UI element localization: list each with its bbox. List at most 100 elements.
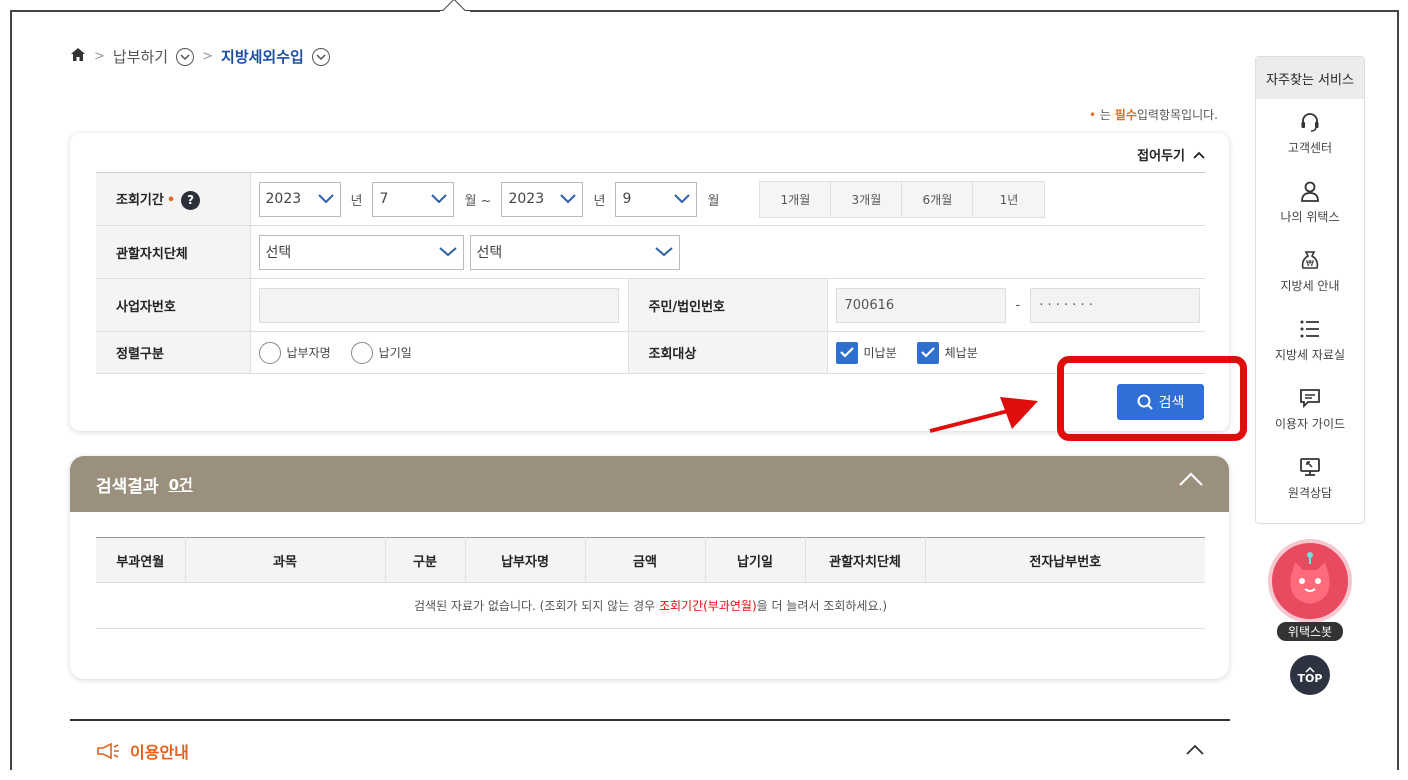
chevron-down-icon: [560, 194, 577, 204]
period-quick-buttons: 1개월 3개월 6개월 1년: [759, 180, 1046, 218]
chevron-right-icon: >: [202, 49, 214, 64]
column-header: 과목: [185, 537, 386, 583]
period-1year-button[interactable]: 1년: [973, 181, 1045, 217]
quick-item-remote-support[interactable]: 원격상담: [1256, 444, 1364, 513]
cat-mascot-icon: [1290, 552, 1330, 604]
money-bag-icon: ₩: [1301, 251, 1319, 269]
sort-duedate-label: 납기일: [378, 346, 412, 360]
period-3month-button[interactable]: 3개월: [831, 181, 903, 217]
chevron-down-icon: [438, 247, 457, 257]
home-icon[interactable]: [70, 47, 86, 66]
column-header: 납기일: [705, 537, 806, 583]
year-unit: 년: [593, 193, 606, 209]
required-note-suffix: 입력항목입니다.: [1136, 108, 1218, 122]
required-note-em: 필수: [1114, 108, 1137, 122]
quick-menu-title: 자주찾는 서비스: [1256, 57, 1364, 99]
divider: [70, 719, 1230, 721]
required-note-prefix: 는: [1099, 108, 1111, 122]
quick-item-local-tax-guide[interactable]: ₩ 지방세 안내: [1256, 237, 1364, 306]
red-arrow-icon: [929, 397, 1038, 433]
megaphone-icon: [97, 742, 119, 760]
monitor-icon: [1300, 458, 1320, 476]
resident-no-back-input[interactable]: · · · · · · ·: [1030, 287, 1201, 323]
column-header: 구분: [385, 537, 466, 583]
table-header-row: 부과연월 과목 구분 납부자명 금액 납기일 관할자치단체 전자납부번호: [96, 537, 1205, 583]
results-title: 검색결과: [96, 476, 159, 497]
quick-item-customer-center[interactable]: 고객센터: [1256, 99, 1364, 168]
sort-label: 정렬구분: [96, 331, 251, 374]
empty-message: 검색된 자료가 없습니다. (조회가 되지 않는 경우 조회기간(부과연월)을 …: [96, 582, 1205, 629]
column-header: 부과연월: [96, 537, 186, 583]
search-form: 조회기간 •? 2023 년 7 월 ~ 2023 년 9 월 1개월 3개월 …: [96, 172, 1205, 374]
results-count: 0건: [168, 475, 193, 494]
authority-select-1[interactable]: 선택: [258, 234, 464, 270]
overdue-label: 체납분: [944, 346, 978, 360]
quick-item-my-wetax[interactable]: 나의 위택스: [1256, 168, 1364, 237]
usage-guide-toggle[interactable]: 이용안내: [96, 739, 189, 763]
period-1month-button[interactable]: 1개월: [760, 181, 832, 217]
from-month-select[interactable]: 7: [372, 181, 455, 217]
required-note: • 는 필수입력항목입니다.: [1089, 108, 1218, 122]
chevron-up-icon[interactable]: [1186, 744, 1204, 755]
column-header: 금액: [585, 537, 706, 583]
highlight-box: [1057, 356, 1247, 441]
fold-label: 접어두기: [1137, 149, 1185, 164]
chevron-up-icon: [1193, 151, 1205, 159]
headset-icon: [1301, 113, 1319, 132]
chevron-right-icon: >: [94, 49, 105, 64]
quick-item-user-guide[interactable]: 이용자 가이드: [1256, 375, 1364, 444]
sort-duedate-radio[interactable]: [350, 341, 373, 364]
list-icon: [1300, 320, 1319, 338]
resident-no-front-input[interactable]: 700616: [835, 287, 1006, 323]
year-unit: 년: [350, 193, 363, 209]
search-panel: 접어두기 조회기간 •? 2023 년 7 월 ~ 2023 년 9 월 1개월…: [70, 133, 1229, 431]
target-label: 조회대상: [627, 331, 828, 374]
to-month-select[interactable]: 9: [615, 181, 698, 217]
table-row: 검색된 자료가 없습니다. (조회가 되지 않는 경우 조회기간(부과연월)을 …: [96, 582, 1205, 629]
results-header: 검색결과 0건: [70, 456, 1229, 512]
breadcrumb-level2[interactable]: 지방세외수입: [221, 46, 304, 67]
authority-select-2[interactable]: 선택: [469, 234, 680, 270]
resident-no-label: 주민/법인번호: [627, 278, 828, 332]
scroll-top-label: TOP: [1297, 671, 1323, 685]
chevron-down-icon[interactable]: [311, 47, 330, 66]
month-unit-range: 월 ~: [464, 193, 492, 209]
user-icon: [1301, 181, 1319, 202]
scroll-top-button[interactable]: TOP: [1290, 655, 1330, 695]
chatbot-avatar[interactable]: [1268, 539, 1352, 623]
sort-payer-label: 납부자명: [286, 346, 331, 360]
chevron-down-icon: [674, 194, 691, 204]
column-header: 관할자치단체: [805, 537, 926, 583]
overdue-checkbox[interactable]: [916, 341, 939, 364]
sort-payer-radio[interactable]: [258, 341, 281, 364]
month-unit: 월: [707, 193, 720, 209]
column-header: 전자납부번호: [925, 537, 1205, 583]
unpaid-checkbox[interactable]: [835, 341, 858, 364]
quick-menu: 자주찾는 서비스 고객센터 나의 위택스 ₩ 지방세 안내 지방세 자료실 이용…: [1255, 56, 1365, 524]
fold-button[interactable]: 접어두기: [1137, 145, 1205, 164]
chevron-down-icon: [654, 247, 673, 257]
chevron-up-icon[interactable]: [1179, 472, 1203, 486]
from-year-select[interactable]: 2023: [258, 181, 341, 217]
chatbot-label[interactable]: 위택스봇: [1277, 622, 1343, 641]
chevron-down-icon: [317, 194, 334, 204]
to-year-select[interactable]: 2023: [501, 181, 584, 217]
business-no-input[interactable]: [258, 287, 619, 323]
period-label: 조회기간 •?: [96, 172, 251, 226]
check-icon: [920, 347, 935, 358]
results-panel: 검색결과 0건 부과연월 과목 구분 납부자명 금액 납기일 관할자치단체 전자…: [70, 456, 1229, 679]
authority-label: 관할자치단체: [96, 225, 251, 279]
breadcrumb: > 납부하기 > 지방세외수입: [70, 46, 330, 67]
quick-item-local-tax-library[interactable]: 지방세 자료실: [1256, 306, 1364, 375]
unpaid-label: 미납분: [863, 346, 897, 360]
chevron-down-icon[interactable]: [176, 47, 195, 66]
results-table: 부과연월 과목 구분 납부자명 금액 납기일 관할자치단체 전자납부번호 검색된…: [96, 537, 1205, 629]
check-icon: [839, 347, 854, 358]
period-6month-button[interactable]: 6개월: [902, 181, 974, 217]
help-icon[interactable]: ?: [181, 190, 201, 210]
column-header: 납부자명: [465, 537, 586, 583]
breadcrumb-level1[interactable]: 납부하기: [113, 46, 168, 67]
resident-no-dash: -: [1015, 297, 1021, 313]
chat-icon: [1300, 389, 1320, 409]
usage-guide-label: 이용안내: [130, 743, 189, 762]
